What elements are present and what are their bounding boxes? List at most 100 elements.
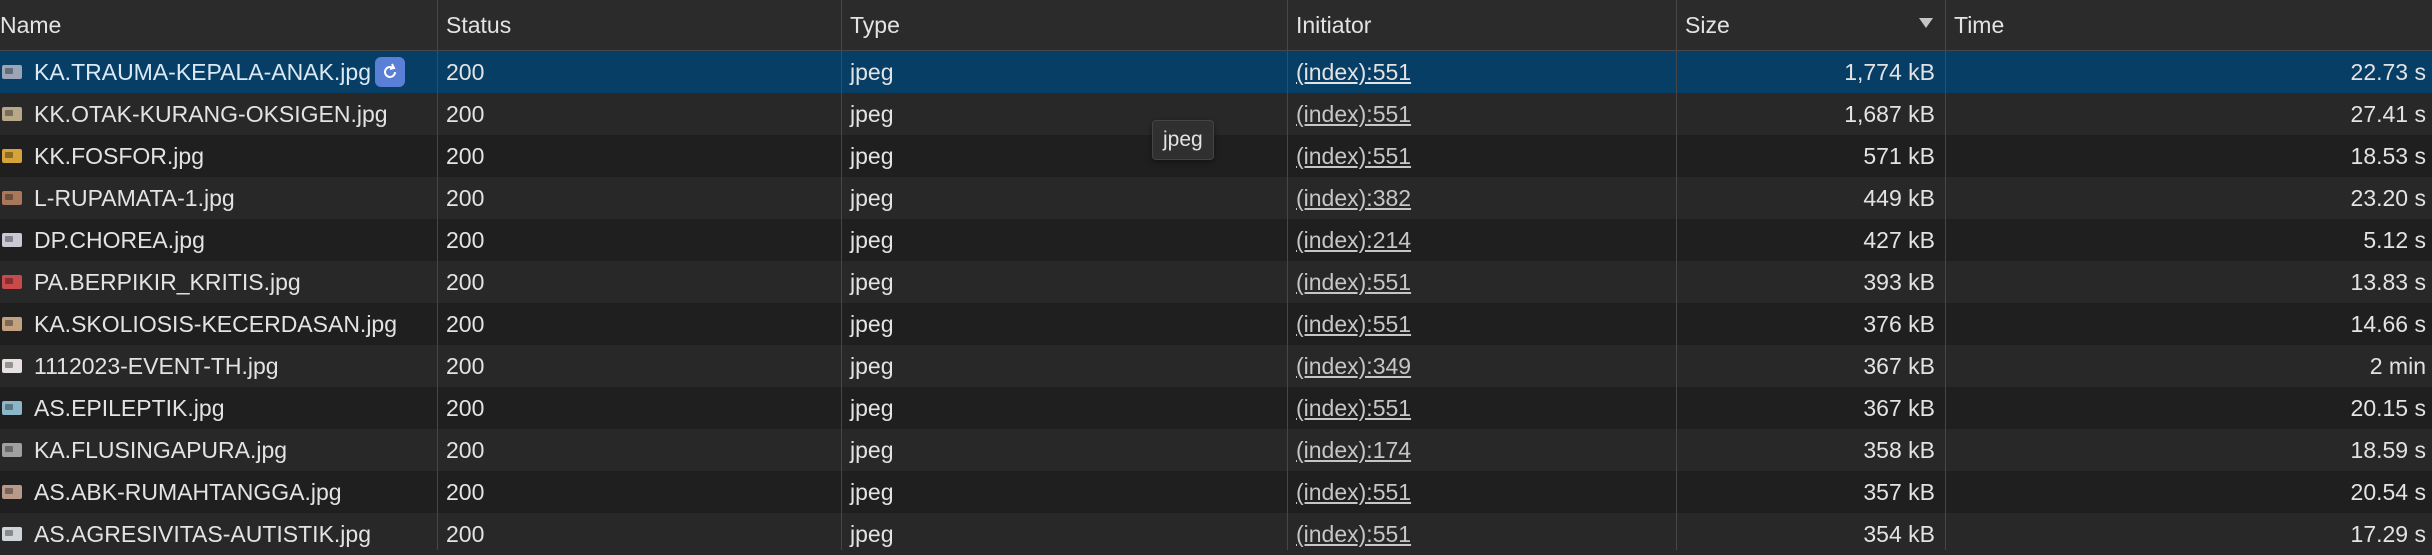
request-name[interactable]: KA.TRAUMA-KEPALA-ANAK.jpg xyxy=(34,59,371,86)
cell-status: 200 xyxy=(438,135,841,177)
initiator-link[interactable]: (index):551 xyxy=(1296,521,1411,548)
cell-size: 571 kB xyxy=(1677,135,1945,177)
status-code: 200 xyxy=(446,352,485,379)
transfer-size: 427 kB xyxy=(1863,226,1935,253)
request-time: 23.20 s xyxy=(2350,184,2426,211)
cell-time: 18.53 s xyxy=(1946,135,2432,177)
column-divider[interactable] xyxy=(1676,0,1677,550)
cell-name[interactable]: KA.SKOLIOSIS-KECERDASAN.jpg xyxy=(0,303,437,345)
initiator-link[interactable]: (index):551 xyxy=(1296,395,1411,422)
cell-name[interactable]: AS.AGRESIVITAS-AUTISTIK.jpg xyxy=(0,513,437,555)
column-divider[interactable] xyxy=(1287,0,1288,550)
table-row[interactable]: L-RUPAMATA-1.jpg 200 jpeg (index):382 449 kB… xyxy=(0,177,2432,219)
cell-type: jpeg xyxy=(842,93,1287,135)
status-code: 200 xyxy=(446,268,485,295)
cell-size: 357 kB xyxy=(1677,471,1945,513)
table-row[interactable]: PA.BERPIKIR_KRITIS.jpg 200 jpeg (index):551… xyxy=(0,261,2432,303)
column-header-initiator-label: Initiator xyxy=(1296,11,1372,38)
cell-name[interactable]: KK.OTAK-KURANG-OKSIGEN.jpg xyxy=(0,93,437,135)
column-header-time[interactable]: Time xyxy=(1946,0,2432,50)
image-thumbnail-icon xyxy=(2,191,22,205)
refresh-icon[interactable] xyxy=(375,57,406,87)
cell-name[interactable]: DP.CHOREA.jpg xyxy=(0,219,437,261)
column-header-initiator[interactable]: Initiator xyxy=(1288,0,1676,50)
request-time: 2 min xyxy=(2369,352,2426,379)
table-row[interactable]: KK.FOSFOR.jpg 200 jpeg (index):551 571 kB 18.… xyxy=(0,135,2432,177)
initiator-link[interactable]: (index):551 xyxy=(1296,59,1411,86)
table-row[interactable]: KA.FLUSINGAPURA.jpg 200 jpeg (index):174 358… xyxy=(0,429,2432,471)
cell-name[interactable]: PA.BERPIKIR_KRITIS.jpg xyxy=(0,261,437,303)
column-divider[interactable] xyxy=(1945,0,1946,550)
initiator-link[interactable]: (index):551 xyxy=(1296,101,1411,128)
mime-type: jpeg xyxy=(850,478,894,505)
column-header-status[interactable]: Status xyxy=(438,0,841,50)
cell-name[interactable]: KA.FLUSINGAPURA.jpg xyxy=(0,429,437,471)
table-row[interactable]: AS.ABK-RUMAHTANGGA.jpg 200 jpeg (index):551… xyxy=(0,471,2432,513)
request-time: 20.15 s xyxy=(2350,394,2426,421)
column-header-size[interactable]: Size xyxy=(1677,0,1945,50)
cell-status: 200 xyxy=(438,513,841,555)
initiator-link[interactable]: (index):174 xyxy=(1296,437,1411,464)
initiator-link[interactable]: (index):551 xyxy=(1296,143,1411,170)
cell-name[interactable]: 1112023-EVENT-TH.jpg xyxy=(0,345,437,387)
request-name[interactable]: KA.SKOLIOSIS-KECERDASAN.jpg xyxy=(34,311,397,338)
request-name[interactable]: 1112023-EVENT-TH.jpg xyxy=(34,353,279,380)
cell-type: jpeg xyxy=(842,513,1287,555)
status-code: 200 xyxy=(446,100,485,127)
cell-name[interactable]: AS.ABK-RUMAHTANGGA.jpg xyxy=(0,471,437,513)
cell-type: jpeg xyxy=(842,135,1287,177)
cell-status: 200 xyxy=(438,177,841,219)
cell-name[interactable]: KA.TRAUMA-KEPALA-ANAK.jpg xyxy=(0,51,437,93)
table-row[interactable]: AS.EPILEPTIK.jpg 200 jpeg (index):551 367 kB… xyxy=(0,387,2432,429)
cell-initiator: (index):551 xyxy=(1288,513,1676,555)
status-code: 200 xyxy=(446,184,485,211)
column-header-name[interactable]: Name xyxy=(0,0,437,50)
cell-time: 27.41 s xyxy=(1946,93,2432,135)
cell-time: 20.15 s xyxy=(1946,387,2432,429)
request-time: 14.66 s xyxy=(2350,310,2426,337)
transfer-size: 393 kB xyxy=(1863,268,1935,295)
initiator-link[interactable]: (index):551 xyxy=(1296,311,1411,338)
initiator-link[interactable]: (index):382 xyxy=(1296,185,1411,212)
table-row[interactable]: AS.AGRESIVITAS-AUTISTIK.jpg 200 jpeg (index… xyxy=(0,513,2432,555)
column-divider[interactable] xyxy=(841,0,842,550)
cell-size: 367 kB xyxy=(1677,345,1945,387)
table-row[interactable]: KK.OTAK-KURANG-OKSIGEN.jpg 200 jpeg (index)… xyxy=(0,93,2432,135)
initiator-link[interactable]: (index):551 xyxy=(1296,269,1411,296)
column-header-type[interactable]: Type xyxy=(842,0,1287,50)
initiator-link[interactable]: (index):349 xyxy=(1296,353,1411,380)
column-divider[interactable] xyxy=(437,0,438,550)
cell-name[interactable]: KK.FOSFOR.jpg xyxy=(0,135,437,177)
image-thumbnail-icon xyxy=(2,485,22,499)
table-row[interactable]: DP.CHOREA.jpg 200 jpeg (index):214 427 kB 5.1… xyxy=(0,219,2432,261)
request-name[interactable]: KK.FOSFOR.jpg xyxy=(34,143,204,170)
cell-type: jpeg xyxy=(842,177,1287,219)
request-name[interactable]: L-RUPAMATA-1.jpg xyxy=(34,185,235,212)
request-name[interactable]: AS.AGRESIVITAS-AUTISTIK.jpg xyxy=(34,521,371,548)
request-name[interactable]: DP.CHOREA.jpg xyxy=(34,227,205,254)
table-row[interactable]: KA.TRAUMA-KEPALA-ANAK.jpg 200 jpeg (index):… xyxy=(0,51,2432,93)
transfer-size: 367 kB xyxy=(1863,352,1935,379)
request-name[interactable]: AS.ABK-RUMAHTANGGA.jpg xyxy=(34,479,342,506)
request-name[interactable]: KK.OTAK-KURANG-OKSIGEN.jpg xyxy=(34,101,388,128)
cell-initiator: (index):551 xyxy=(1288,93,1676,135)
status-code: 200 xyxy=(446,310,485,337)
request-name[interactable]: KA.FLUSINGAPURA.jpg xyxy=(34,437,287,464)
request-name[interactable]: AS.EPILEPTIK.jpg xyxy=(34,395,224,422)
cell-name[interactable]: AS.EPILEPTIK.jpg xyxy=(0,387,437,429)
cell-status: 200 xyxy=(438,471,841,513)
cell-size: 358 kB xyxy=(1677,429,1945,471)
cell-status: 200 xyxy=(438,345,841,387)
request-time: 18.59 s xyxy=(2350,436,2426,463)
cell-size: 376 kB xyxy=(1677,303,1945,345)
cell-size: 1,687 kB xyxy=(1677,93,1945,135)
table-row[interactable]: 1112023-EVENT-TH.jpg 200 jpeg (index):349 36… xyxy=(0,345,2432,387)
initiator-link[interactable]: (index):551 xyxy=(1296,479,1411,506)
request-name[interactable]: PA.BERPIKIR_KRITIS.jpg xyxy=(34,269,301,296)
mime-type: jpeg xyxy=(850,226,894,253)
initiator-link[interactable]: (index):214 xyxy=(1296,227,1411,254)
image-thumbnail-icon xyxy=(2,443,22,457)
cell-name[interactable]: L-RUPAMATA-1.jpg xyxy=(0,177,437,219)
table-row[interactable]: KA.SKOLIOSIS-KECERDASAN.jpg 200 jpeg (index… xyxy=(0,303,2432,345)
request-time: 20.54 s xyxy=(2350,478,2426,505)
